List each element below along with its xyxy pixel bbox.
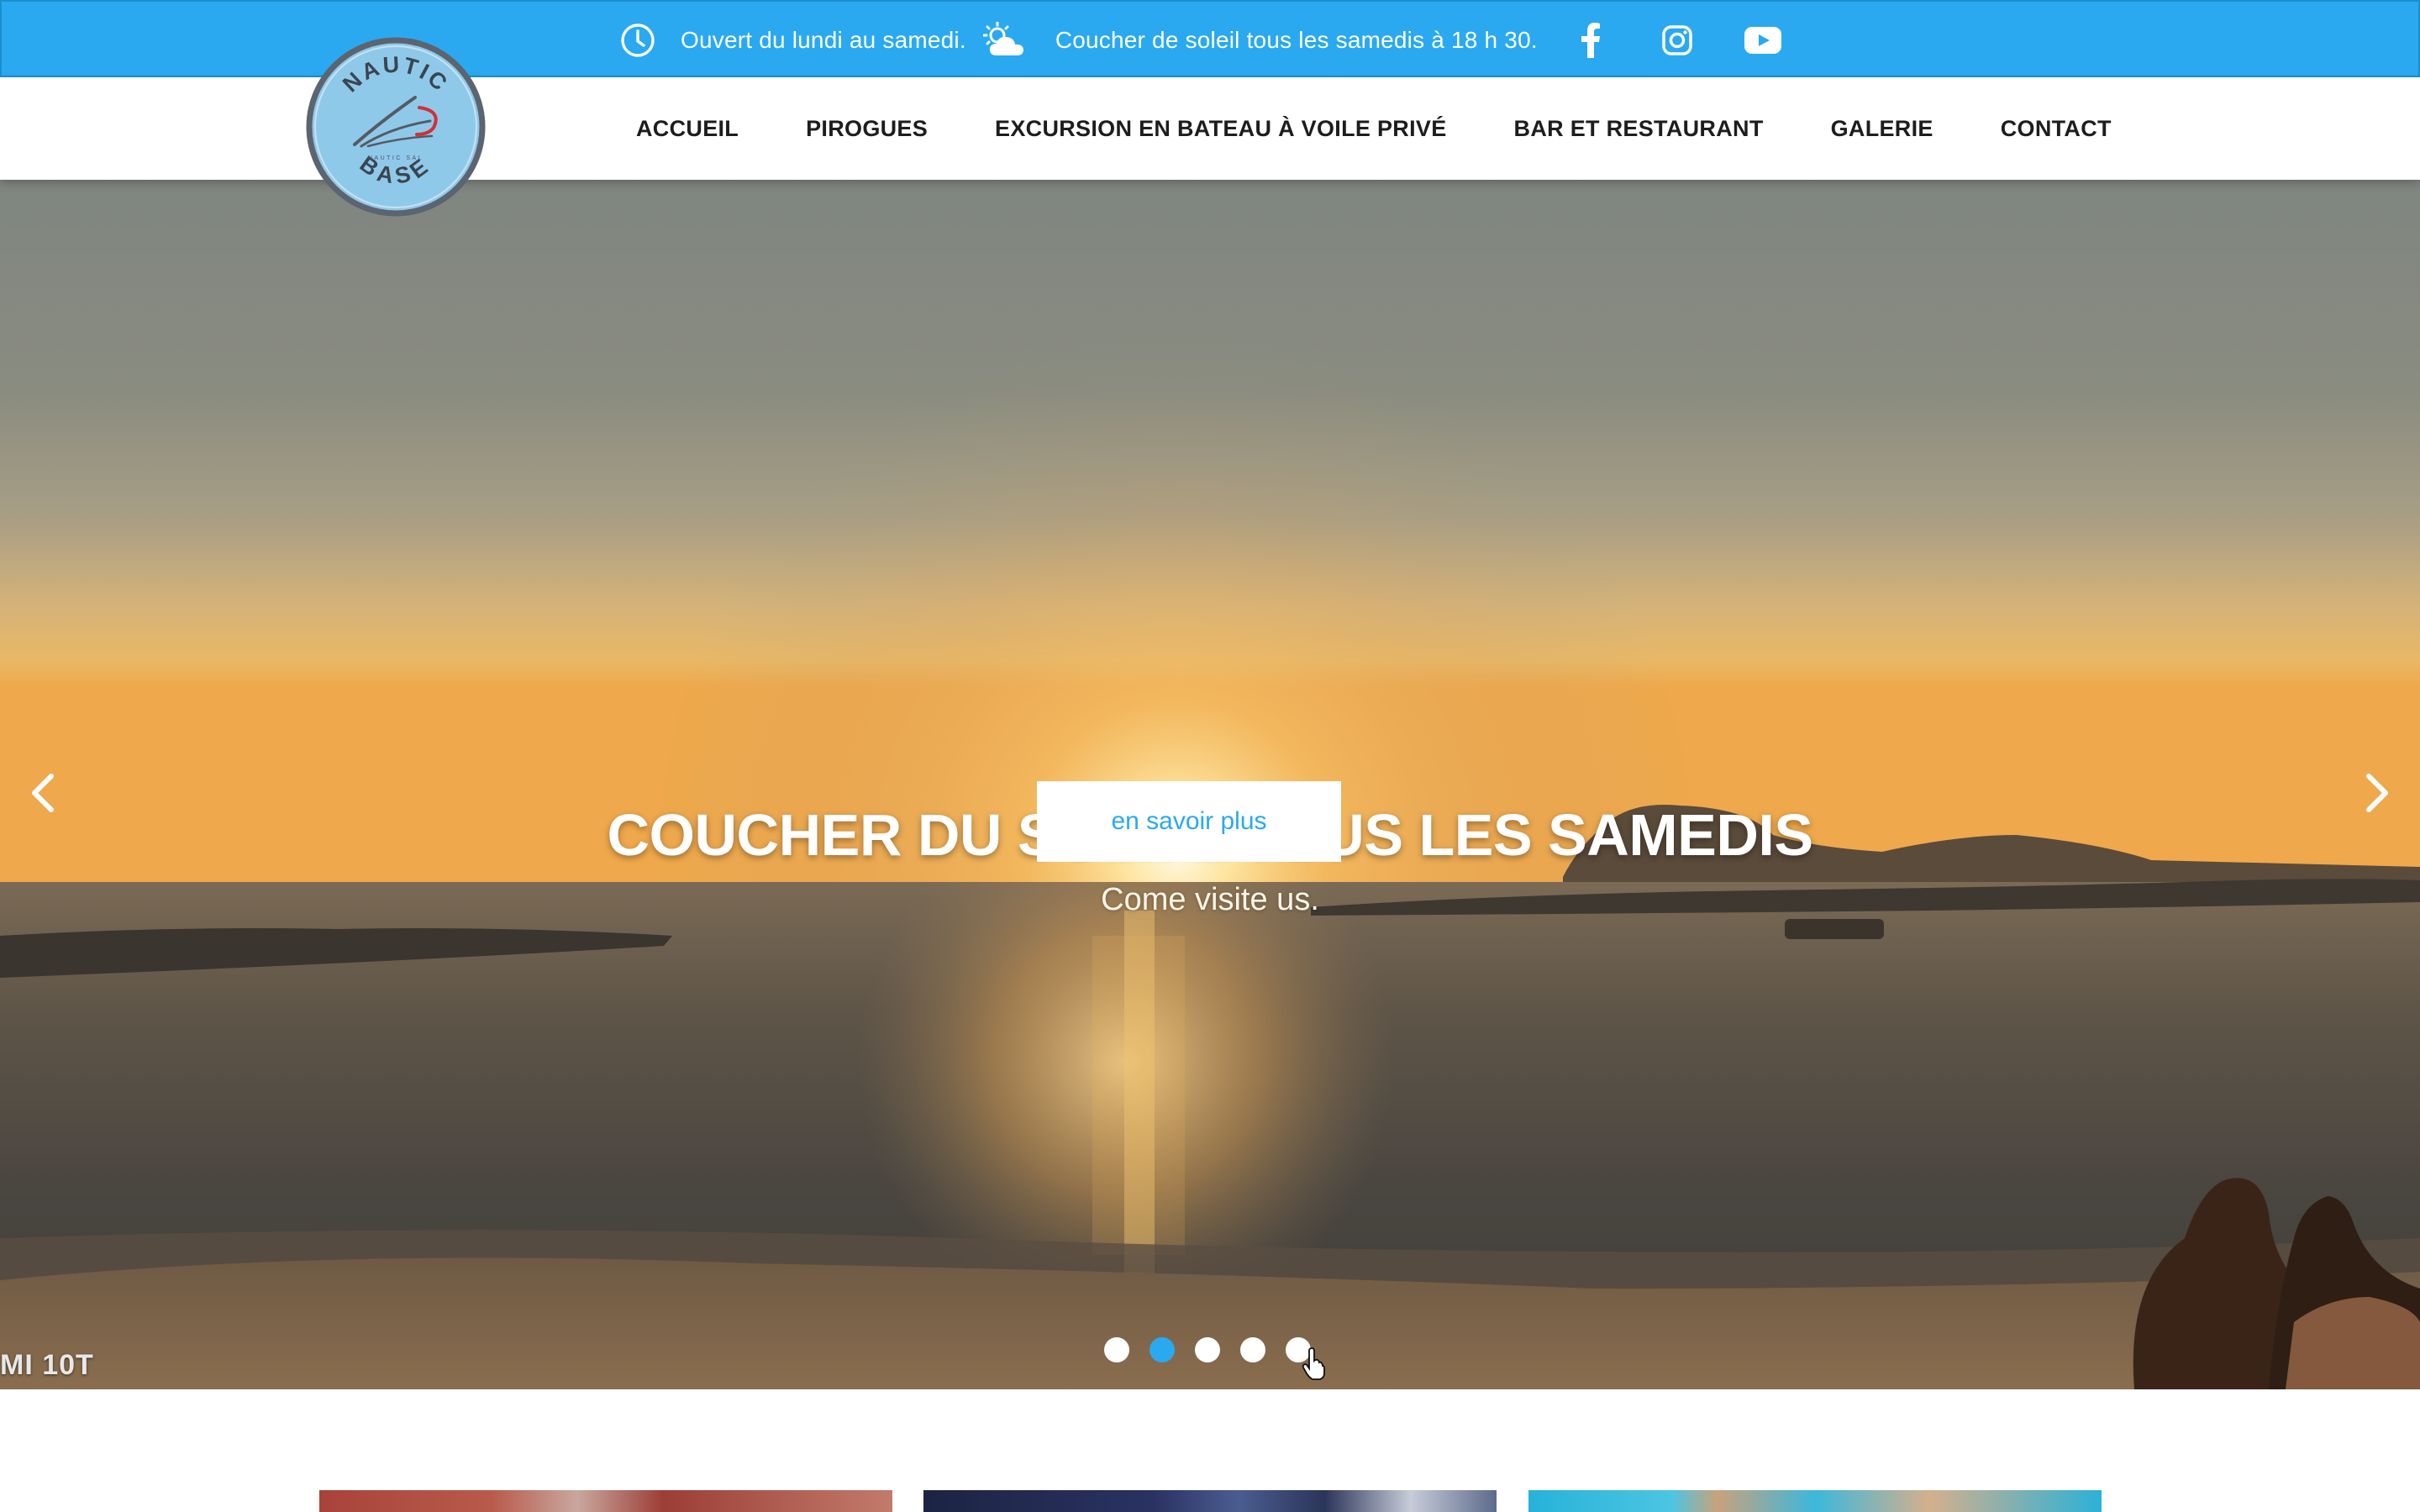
main-nav: ACCUEIL PIROGUES EXCURSION EN BATEAU À V… bbox=[636, 77, 2112, 180]
nav-item-accueil[interactable]: ACCUEIL bbox=[636, 116, 739, 142]
youtube-icon[interactable] bbox=[1744, 19, 1781, 61]
hero-slider: COUCHER DU SOLEIL TOUS LES SAMEDIS Come … bbox=[0, 180, 2420, 1389]
slider-pagination bbox=[1104, 1337, 1331, 1362]
sunset-schedule-text: Coucher de soleil tous les samedis à 18 … bbox=[1055, 27, 1538, 53]
slider-dot-2[interactable] bbox=[1150, 1337, 1175, 1362]
hero-subtitle: Come visite us. bbox=[1101, 882, 1319, 917]
learn-more-button[interactable]: en savoir plus bbox=[1037, 781, 1341, 862]
social-links bbox=[1578, 19, 1781, 61]
slider-dot-3[interactable] bbox=[1195, 1337, 1220, 1362]
slider-next-arrow[interactable] bbox=[2356, 759, 2398, 827]
card-image-3[interactable] bbox=[1528, 1490, 2102, 1512]
slider-dot-4[interactable] bbox=[1240, 1337, 1265, 1362]
chevron-left-icon bbox=[32, 774, 54, 812]
logo-small-text: NAUTIC SAL bbox=[368, 155, 424, 161]
opening-hours-text: Ouvert du lundi au samedi. bbox=[681, 27, 966, 53]
nav-item-bar-restaurant[interactable]: BAR ET RESTAURANT bbox=[1514, 116, 1764, 142]
site-logo[interactable]: NAUTIC BASE NAUTIC SAL bbox=[306, 37, 486, 217]
photo-watermark: MI 10T bbox=[0, 1349, 94, 1381]
chevron-right-icon bbox=[2366, 774, 2388, 812]
card-image-2[interactable] bbox=[923, 1490, 1497, 1512]
slider-prev-arrow[interactable] bbox=[22, 759, 64, 827]
hand-pointer-cursor-icon bbox=[1302, 1347, 1325, 1380]
sun-cloud-icon bbox=[982, 22, 1023, 55]
nav-item-excursion[interactable]: EXCURSION EN BATEAU À VOILE PRIVÉ bbox=[995, 116, 1446, 142]
nav-item-pirogues[interactable]: PIROGUES bbox=[806, 116, 928, 142]
card-image-1[interactable] bbox=[319, 1490, 892, 1512]
slider-dot-1[interactable] bbox=[1104, 1337, 1129, 1362]
clock-icon bbox=[621, 24, 655, 57]
instagram-icon[interactable] bbox=[1660, 19, 1694, 61]
nav-item-contact[interactable]: CONTACT bbox=[2001, 116, 2112, 142]
facebook-icon[interactable] bbox=[1578, 19, 1603, 61]
nav-item-galerie[interactable]: GALERIE bbox=[1831, 116, 1933, 142]
